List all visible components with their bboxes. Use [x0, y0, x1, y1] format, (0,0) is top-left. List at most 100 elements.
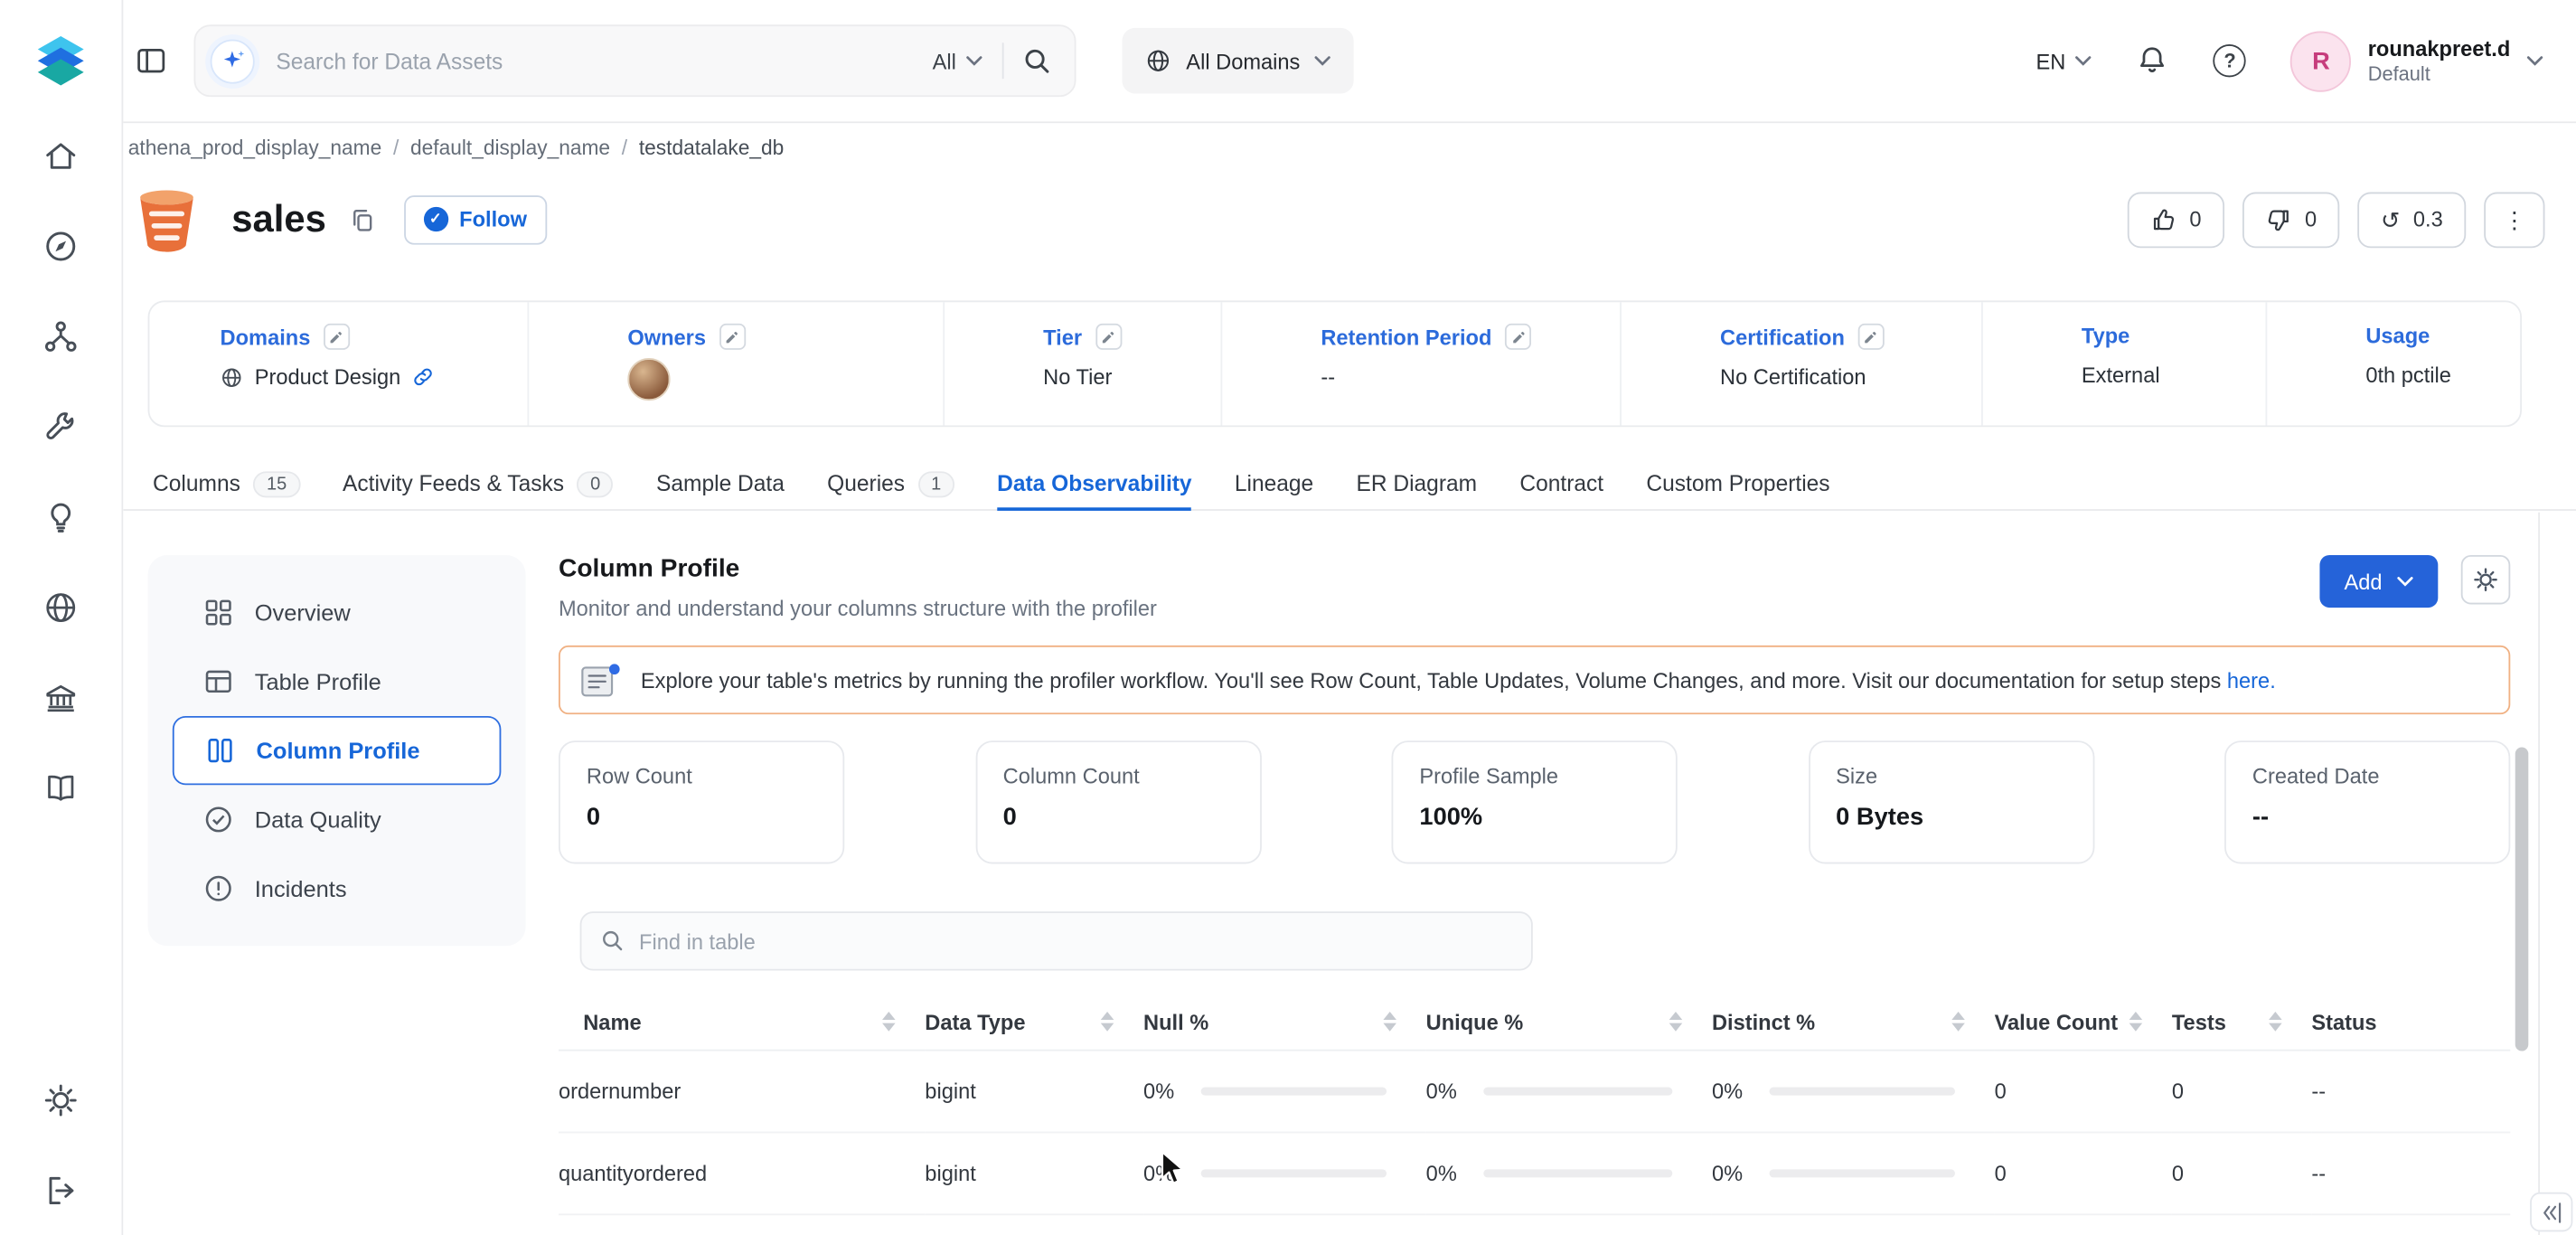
downvote-button[interactable]: 0	[2242, 191, 2340, 248]
global-search-bar[interactable]: All	[193, 24, 1076, 98]
search-scope-dropdown[interactable]: All	[933, 49, 982, 73]
nav-item-data-quality[interactable]: Data Quality	[148, 785, 526, 853]
logout-icon[interactable]	[42, 1173, 79, 1209]
link-icon[interactable]	[412, 366, 434, 388]
header-unique-pct[interactable]: Unique %	[1425, 995, 1712, 1051]
insights-bulb-icon[interactable]	[42, 499, 79, 535]
meta-certification: Certification No Certification	[1620, 302, 1981, 426]
edit-tier-icon[interactable]	[1095, 323, 1122, 350]
page-title: sales	[231, 196, 326, 240]
domains-globe-icon[interactable]	[42, 589, 79, 626]
cell-null-pct: 0%	[1143, 1049, 1426, 1133]
tab-activity-feeds[interactable]: Activity Feeds & Tasks 0	[343, 458, 614, 509]
tab-data-observability[interactable]: Data Observability	[997, 458, 1192, 511]
owner-avatar[interactable]	[627, 357, 671, 401]
profiler-doc-icon	[580, 661, 621, 699]
add-button[interactable]: Add	[2319, 554, 2439, 608]
upvote-button[interactable]: 0	[2127, 191, 2224, 248]
edit-retention-icon[interactable]	[1504, 323, 1532, 350]
wrench-icon[interactable]	[42, 409, 79, 445]
domain-link[interactable]: Product Design	[255, 364, 401, 389]
tab-custom-properties[interactable]: Custom Properties	[1646, 458, 1829, 509]
network-graph-icon[interactable]	[42, 318, 79, 354]
meta-retention-period: Retention Period --	[1220, 302, 1620, 426]
profiler-left-nav: Overview Table Profile Column Profile Da…	[147, 554, 526, 947]
edit-owners-icon[interactable]	[719, 323, 746, 350]
meta-tier: Tier No Tier	[943, 302, 1220, 426]
find-in-table[interactable]	[579, 911, 1533, 971]
cell-data-type: bigint	[925, 1049, 1144, 1133]
profiler-settings-icon[interactable]	[2460, 554, 2511, 605]
explore-compass-icon[interactable]	[42, 228, 79, 264]
tab-sample-data[interactable]: Sample Data	[656, 458, 785, 509]
cell-value-count: 0	[1994, 1131, 2172, 1215]
sort-icon[interactable]	[1669, 1012, 1683, 1032]
progress-bar	[1200, 1086, 1387, 1095]
tab-queries[interactable]: Queries 1	[827, 458, 954, 509]
cell-tests-link[interactable]: 0	[2171, 1049, 2312, 1133]
nav-item-overview[interactable]: Overview	[148, 578, 526, 646]
language-dropdown[interactable]: EN	[2035, 49, 2092, 73]
header-value-count[interactable]: Value Count	[1994, 995, 2172, 1051]
help-icon[interactable]: ?	[2213, 44, 2247, 78]
tab-er-diagram[interactable]: ER Diagram	[1356, 458, 1477, 509]
table-row: ordernumber bigint 0% 0% 0% 0 0 --	[558, 1049, 2511, 1133]
column-name-link[interactable]: ordernumber	[558, 1049, 926, 1133]
topbar: All All Domains	[123, 0, 2576, 124]
glossary-book-icon[interactable]	[42, 770, 79, 806]
search-input[interactable]	[276, 48, 933, 73]
sidebar-nav	[42, 138, 79, 806]
header-tests[interactable]: Tests	[2171, 995, 2312, 1051]
nav-item-column-profile[interactable]: Column Profile	[172, 715, 502, 786]
edit-certification-icon[interactable]	[1857, 323, 1885, 350]
openmetadata-logo[interactable]	[28, 26, 94, 92]
breadcrumb-database[interactable]: testdatalake_db	[639, 137, 784, 159]
govern-bank-icon[interactable]	[42, 680, 79, 716]
stat-row-count: Row Count 0	[558, 740, 845, 864]
breadcrumb-database-service[interactable]: default_display_name	[410, 137, 610, 159]
nav-item-table-profile[interactable]: Table Profile	[148, 647, 526, 716]
settings-gear-icon[interactable]	[42, 1082, 79, 1118]
expand-panel-icon[interactable]	[2530, 1192, 2573, 1232]
header-name[interactable]: Name	[558, 995, 926, 1051]
sort-icon[interactable]	[2269, 1012, 2282, 1032]
nav-item-incidents[interactable]: Incidents	[148, 854, 526, 923]
vertical-scrollbar[interactable]	[2515, 747, 2529, 1051]
edit-domains-icon[interactable]	[323, 323, 350, 350]
user-menu[interactable]: R rounakpreet.d Default	[2290, 30, 2543, 91]
version-history-button[interactable]: ↺ 0.3	[2357, 191, 2467, 248]
sidebar-toggle-icon[interactable]	[136, 46, 166, 76]
globe-icon	[1145, 48, 1171, 74]
sort-icon[interactable]	[1383, 1012, 1396, 1032]
docs-link[interactable]: here.	[2227, 667, 2276, 692]
header-distinct-pct[interactable]: Distinct %	[1711, 995, 1995, 1051]
columns-icon	[205, 736, 235, 766]
find-in-table-input[interactable]	[639, 929, 1512, 954]
copy-icon[interactable]	[349, 206, 373, 232]
header-data-type[interactable]: Data Type	[925, 995, 1144, 1051]
home-icon[interactable]	[42, 138, 79, 174]
header-null-pct[interactable]: Null %	[1143, 995, 1426, 1051]
search-icon[interactable]	[1023, 47, 1051, 75]
sort-icon[interactable]	[1951, 1012, 1965, 1032]
meta-domains: Domains Product Design	[149, 302, 527, 425]
notifications-bell-icon[interactable]	[2136, 44, 2168, 77]
sort-icon[interactable]	[1100, 1012, 1114, 1032]
sort-icon[interactable]	[882, 1012, 896, 1032]
breadcrumb-service[interactable]: athena_prod_display_name	[128, 137, 381, 159]
divider	[1001, 42, 1004, 80]
cell-data-type: bigint	[925, 1131, 1144, 1215]
ai-sparkle-icon[interactable]	[210, 38, 255, 83]
meta-type: Type External	[1981, 302, 2265, 426]
cell-tests-link[interactable]: 0	[2171, 1131, 2312, 1215]
tab-lineage[interactable]: Lineage	[1235, 458, 1313, 509]
column-profile-table: Name Data Type Null % Unique % Distinct …	[558, 995, 2511, 1215]
tab-columns[interactable]: Columns 15	[153, 458, 300, 509]
all-domains-dropdown[interactable]: All Domains	[1122, 27, 1355, 94]
entity-header: sales ✓ Follow 0 0 ↺ 0.3 ⋮	[128, 181, 2545, 258]
tab-contract[interactable]: Contract	[1519, 458, 1603, 509]
column-name-link[interactable]: quantityordered	[558, 1131, 926, 1215]
sort-icon[interactable]	[2129, 1012, 2143, 1032]
more-options-button[interactable]: ⋮	[2484, 191, 2545, 248]
follow-button[interactable]: ✓ Follow	[403, 194, 547, 244]
